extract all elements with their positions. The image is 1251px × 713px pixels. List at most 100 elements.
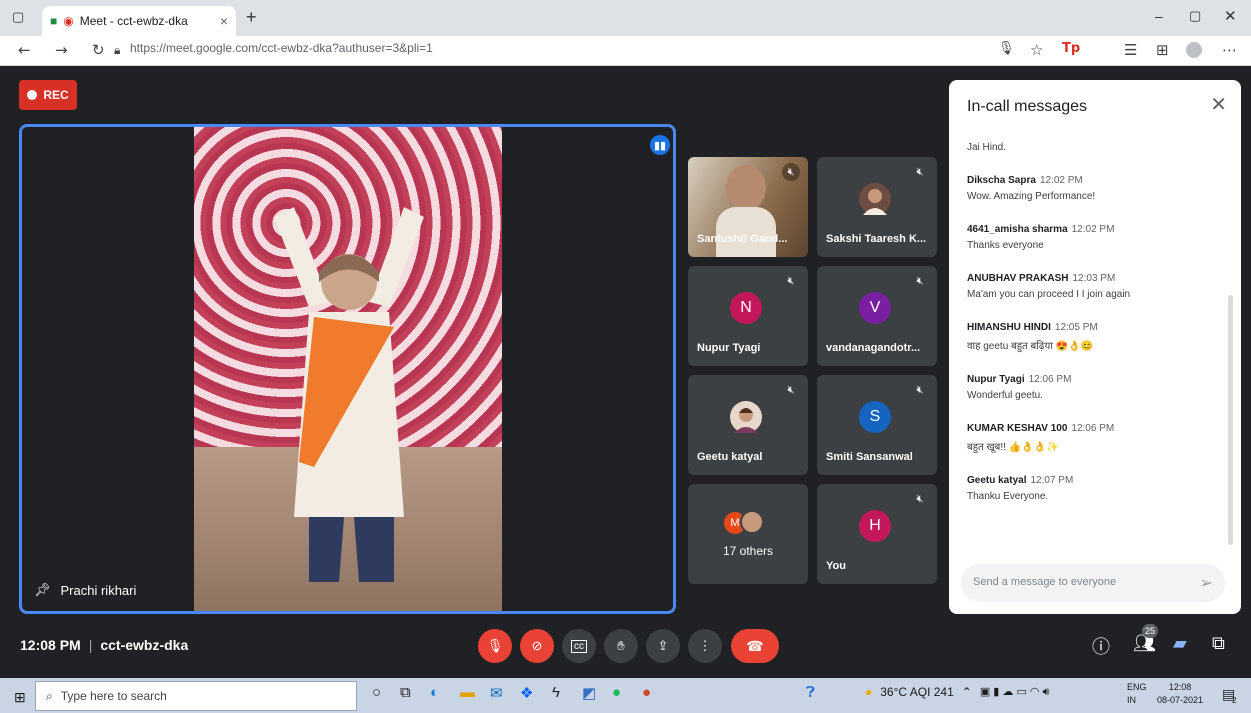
- url-field[interactable]: https://meet.google.com/cct-ewbz-dka?aut…: [130, 41, 433, 55]
- taskbar-clock[interactable]: 12:08 08-07-2021: [1157, 681, 1203, 707]
- meet-favicon-icon: ■: [50, 14, 58, 28]
- participant-face: [726, 165, 766, 211]
- participant-tile[interactable]: 🔇︎ Santushti Gand...: [688, 157, 808, 257]
- profile-avatar[interactable]: [1186, 42, 1202, 58]
- message-sender: Geetu katyal: [967, 475, 1027, 486]
- pin-icon[interactable]: 📌︎: [34, 582, 51, 598]
- participant-tile[interactable]: 🔇︎ Geetu katyal: [688, 375, 808, 475]
- new-tab-button[interactable]: +: [246, 7, 257, 28]
- muted-icon: 🔇︎: [916, 493, 924, 505]
- avatar: V: [859, 292, 891, 324]
- language-code: ENG: [1127, 682, 1147, 692]
- message: Dikscha Sapra 12:02 PM Wow. Amazing Perfo…: [967, 175, 1227, 202]
- chat-icon[interactable]: ▰: [1173, 633, 1187, 654]
- chevron-up-icon[interactable]: ⌃: [962, 685, 972, 699]
- window-menu-icon[interactable]: ▢: [12, 9, 24, 25]
- close-window-icon[interactable]: ✕: [1224, 7, 1237, 25]
- windows-start-icon[interactable]: ⊞: [14, 689, 26, 706]
- participant-tile[interactable]: 🔇︎ V vandanagandotr...: [817, 266, 937, 366]
- avatar: H: [859, 510, 891, 542]
- message-sender: Nupur Tyagi: [967, 374, 1025, 385]
- participant-tile[interactable]: 🔇︎ Sakshi Taaresh K...: [817, 157, 937, 257]
- extension-icon[interactable]: Tp: [1062, 41, 1080, 56]
- language-indicator[interactable]: ENG IN: [1127, 681, 1147, 707]
- message-text: Ma'am you can proceed I I join again: [967, 289, 1131, 300]
- avatar: [859, 183, 891, 215]
- present-icon: ⇪: [657, 638, 669, 653]
- muted-icon: 🔇︎: [787, 275, 795, 287]
- message-sender: Dikscha Sapra: [967, 175, 1036, 186]
- file-explorer-icon[interactable]: ▬: [460, 684, 475, 701]
- help-icon[interactable]: ❓︎: [806, 684, 815, 701]
- favorite-star-icon[interactable]: ☆: [1030, 41, 1043, 59]
- browser-tab[interactable]: ■ ◉ Meet - cct-ewbz-dka ×: [42, 6, 236, 36]
- message-sender: ANUBHAV PRAKASH: [967, 273, 1069, 284]
- recording-badge[interactable]: REC: [19, 80, 77, 110]
- address-bar: ← → ↻ 🔒︎ https://meet.google.com/cct-ewb…: [0, 36, 1251, 66]
- participant-body: [716, 207, 776, 257]
- message: ANUBHAV PRAKASH 12:03 PM Ma'am you can pr…: [967, 273, 1227, 300]
- avatar: [730, 401, 762, 433]
- search-icon: ⌕: [46, 688, 53, 703]
- close-icon[interactable]: ✕: [1210, 92, 1227, 117]
- powerpoint-icon[interactable]: ●: [642, 684, 651, 701]
- camera-toggle-button[interactable]: ⊘: [520, 629, 554, 663]
- captions-button[interactable]: cc: [562, 629, 596, 663]
- edge-icon[interactable]: ◐: [430, 684, 439, 701]
- leave-call-button[interactable]: ☎︎: [731, 629, 779, 663]
- message-input[interactable]: Send a message to everyone ➢: [961, 564, 1225, 602]
- forward-icon[interactable]: →: [55, 41, 68, 59]
- main-speaker-tile[interactable]: ▮▮ 📌︎ Prachi rikhari: [19, 124, 676, 614]
- present-button[interactable]: ⇪: [646, 629, 680, 663]
- muted-icon: 🔇︎: [916, 384, 924, 396]
- refresh-icon[interactable]: ↻: [92, 41, 105, 59]
- weather-text[interactable]: 36°C AQI 241: [880, 685, 954, 699]
- minimize-icon[interactable]: –: [1155, 8, 1163, 24]
- main-speaker-name: Prachi rikhari: [60, 582, 137, 598]
- recording-indicator-icon: ◉: [63, 14, 74, 28]
- tray-icons[interactable]: ▣ ▮ ☁ ▭ ◠ 🔊︎: [980, 685, 1050, 699]
- participant-tile[interactable]: 🔇︎ S Smiti Sansanwal: [817, 375, 937, 475]
- speaker-video: [194, 127, 502, 611]
- collections-icon[interactable]: ⊞: [1156, 41, 1169, 59]
- message-input-placeholder: Send a message to everyone: [973, 576, 1117, 588]
- favorites-icon[interactable]: ☰: [1124, 41, 1137, 59]
- message-sender: 4641_amisha sharma: [967, 224, 1068, 235]
- mic-toggle-button[interactable]: 🎙︎: [478, 629, 512, 663]
- cortana-icon[interactable]: ○: [372, 684, 381, 701]
- notes-icon[interactable]: ◩: [582, 684, 596, 702]
- spotify-icon[interactable]: ●: [612, 684, 621, 701]
- others-tile[interactable]: M 17 others: [688, 484, 808, 584]
- task-view-icon[interactable]: ⧉: [400, 684, 411, 701]
- mic-permission-icon[interactable]: 🎙︎: [998, 41, 1015, 56]
- activities-icon[interactable]: ⧉: [1212, 633, 1225, 654]
- message-text: Wonderful geetu.: [967, 390, 1043, 401]
- more-options-button[interactable]: ⋮: [688, 629, 722, 663]
- clock-time: 12:08: [1168, 682, 1192, 692]
- speaking-indicator-icon: ▮▮: [650, 135, 670, 155]
- region-code: IN: [1127, 695, 1136, 705]
- muted-icon: 🔇︎: [787, 384, 795, 396]
- message-time: 12:03 PM: [1072, 273, 1116, 284]
- captions-icon: cc: [571, 639, 587, 653]
- meeting-time: 12:08 PM: [20, 637, 81, 653]
- info-icon[interactable]: ⓘ: [1092, 633, 1110, 659]
- participant-name: Santushti Gand...: [697, 233, 788, 245]
- app-icon[interactable]: ϟ: [552, 684, 560, 701]
- message: HIMANSHU HINDI 12:05 PM वाह geetu बहुत बढ…: [967, 322, 1227, 352]
- participant-tile[interactable]: 🔇︎ N Nupur Tyagi: [688, 266, 808, 366]
- mail-icon[interactable]: ✉︎: [490, 684, 503, 702]
- chat-scrollbar[interactable]: [1228, 295, 1233, 545]
- more-menu-icon[interactable]: ⋯: [1222, 41, 1237, 59]
- participant-name: Sakshi Taaresh K...: [826, 233, 927, 245]
- dropbox-icon[interactable]: ❖: [520, 684, 533, 702]
- maximize-icon[interactable]: ▢: [1189, 8, 1201, 24]
- self-tile[interactable]: 🔇︎ H You: [817, 484, 937, 584]
- tab-close-icon[interactable]: ×: [220, 13, 228, 29]
- back-icon[interactable]: ←: [18, 41, 31, 59]
- raise-hand-button[interactable]: ✋︎: [604, 629, 638, 663]
- send-icon[interactable]: ➢: [1200, 573, 1213, 593]
- browser-tab-bar: ▢ ■ ◉ Meet - cct-ewbz-dka × + – ▢ ✕: [0, 0, 1251, 36]
- taskbar-search[interactable]: ⌕ Type here to search: [35, 681, 357, 711]
- participant-name: Nupur Tyagi: [697, 342, 761, 354]
